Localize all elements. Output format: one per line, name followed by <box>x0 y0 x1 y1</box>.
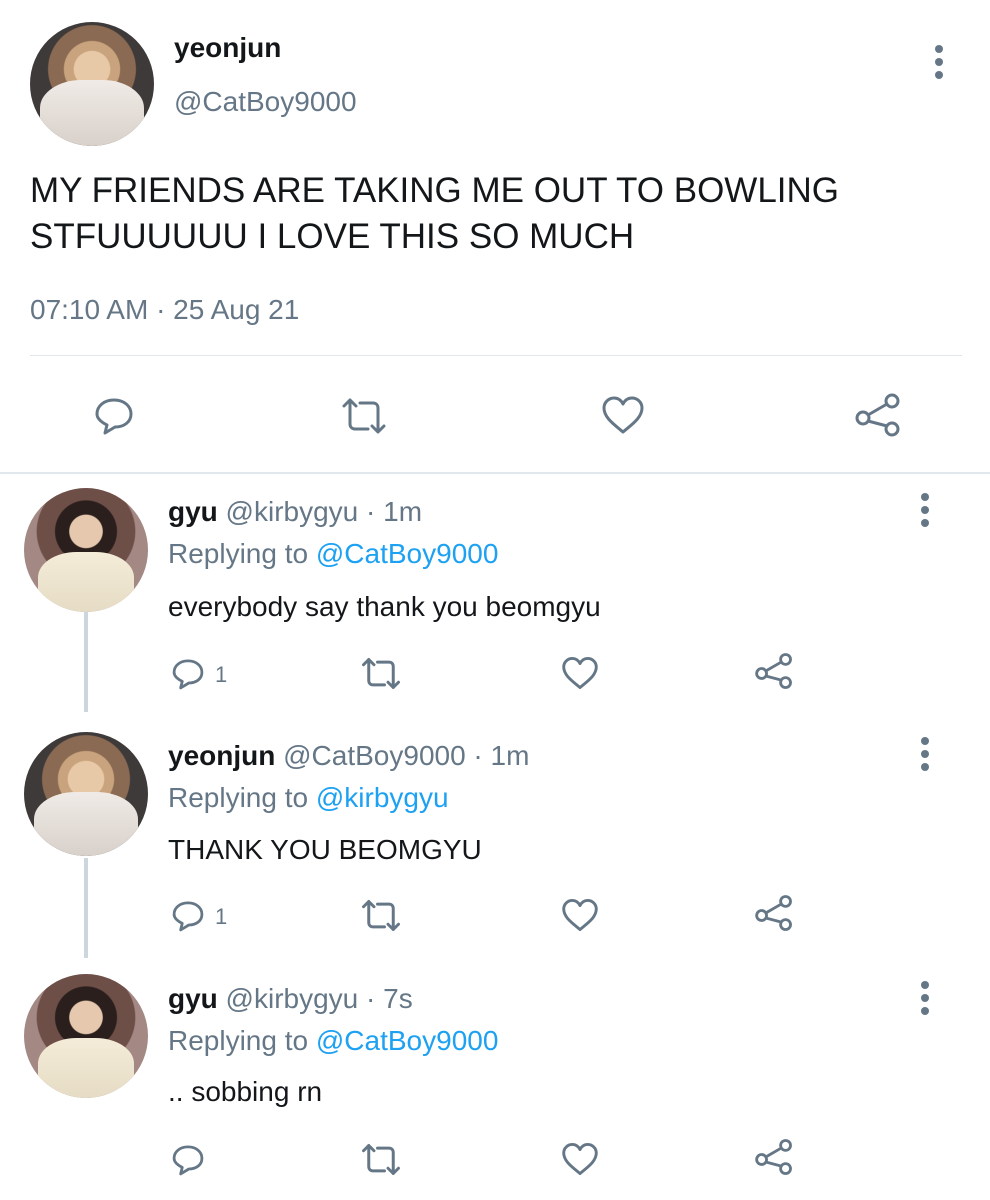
mention-link[interactable]: @CatBoy9000 <box>316 538 499 569</box>
reply-text: THANK YOU BEOMGYU <box>168 834 482 865</box>
display-name[interactable]: yeonjun <box>168 740 275 771</box>
share-icon[interactable] <box>754 894 794 932</box>
reply-icon[interactable] <box>170 656 206 692</box>
more-options-icon[interactable] <box>920 981 930 1015</box>
like-icon[interactable] <box>600 394 646 436</box>
tweet-timestamp[interactable]: 07:10 AM · 25 Aug 21 <box>30 294 299 326</box>
reply-header: gyu @kirbygyu · 1m <box>168 496 422 528</box>
share-icon[interactable] <box>854 392 902 438</box>
mention-link[interactable]: @kirbygyu <box>316 782 449 813</box>
reply-text: everybody say thank you beomgyu <box>168 591 601 622</box>
avatar[interactable] <box>30 22 154 146</box>
avatar[interactable] <box>24 488 148 612</box>
reply-header: yeonjun @CatBoy9000 · 1m <box>168 740 529 772</box>
display-name[interactable]: gyu <box>168 496 218 527</box>
user-handle[interactable]: @kirbygyu · 1m <box>218 496 422 527</box>
replying-to: Replying to @kirbygyu <box>168 782 449 813</box>
retweet-icon[interactable] <box>360 1142 402 1177</box>
replying-to: Replying to @CatBoy9000 <box>168 538 499 569</box>
divider <box>30 355 962 356</box>
user-handle[interactable]: @CatBoy9000 <box>174 86 357 118</box>
tweet-text: MY FRIENDS ARE TAKING ME OUT TO BOWLING … <box>30 171 840 256</box>
thread-line <box>84 858 88 958</box>
like-icon[interactable] <box>560 897 600 933</box>
display-name[interactable]: gyu <box>168 983 218 1014</box>
retweet-icon[interactable] <box>360 656 402 691</box>
reply-text: .. sobbing rn <box>168 1076 323 1107</box>
reply-icon[interactable] <box>92 394 136 438</box>
reply-count: 1 <box>215 662 228 687</box>
display-name[interactable]: yeonjun <box>174 32 281 64</box>
retweet-icon[interactable] <box>360 898 402 933</box>
more-options-icon[interactable] <box>920 493 930 527</box>
replying-to: Replying to @CatBoy9000 <box>168 1025 499 1056</box>
share-icon[interactable] <box>754 652 794 690</box>
reply-header: gyu @kirbygyu · 7s <box>168 983 413 1015</box>
divider <box>0 472 990 474</box>
like-icon[interactable] <box>560 655 600 691</box>
avatar[interactable] <box>24 732 148 856</box>
reply-count: 1 <box>215 904 228 929</box>
more-options-icon[interactable] <box>920 737 930 771</box>
mention-link[interactable]: @CatBoy9000 <box>316 1025 499 1056</box>
user-handle[interactable]: @kirbygyu · 7s <box>218 983 413 1014</box>
share-icon[interactable] <box>754 1138 794 1176</box>
reply-icon[interactable] <box>170 1142 206 1178</box>
user-handle[interactable]: @CatBoy9000 · 1m <box>275 740 529 771</box>
thread-line <box>84 612 88 712</box>
reply-icon[interactable] <box>170 898 206 934</box>
like-icon[interactable] <box>560 1141 600 1177</box>
retweet-icon[interactable] <box>340 396 388 436</box>
more-options-icon[interactable] <box>934 45 944 79</box>
avatar[interactable] <box>24 974 148 1098</box>
